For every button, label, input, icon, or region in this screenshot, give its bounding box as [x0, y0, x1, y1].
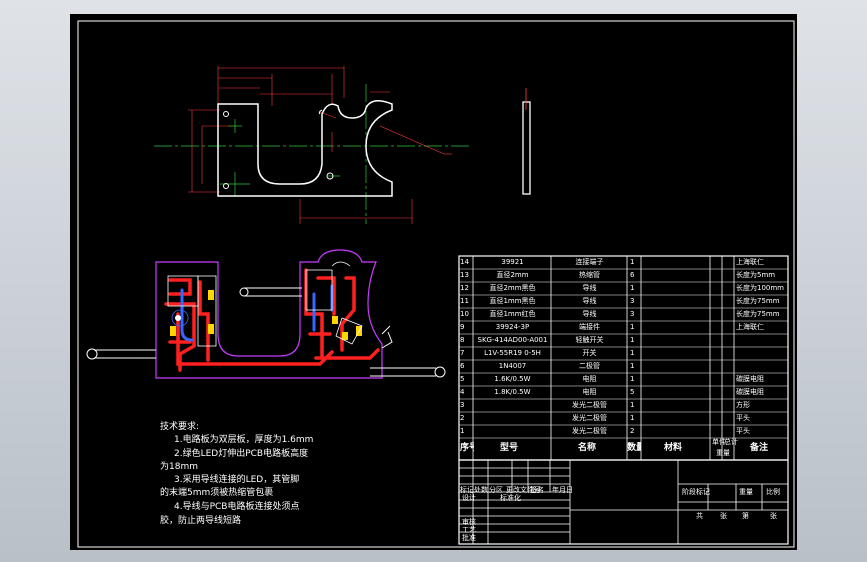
tech-note-line: 4.导线与PCB电路板连接处须点 — [174, 502, 300, 512]
bom-cell-seq: 1 — [460, 427, 465, 435]
bom-cell-seq: 5 — [460, 375, 465, 383]
bom-cell-seq: 8 — [460, 336, 465, 344]
bom-cell-code: 直径1mm红色 — [489, 310, 536, 318]
bom-cell-qty: 3 — [630, 297, 635, 305]
bom-cell-seq: 13 — [460, 271, 469, 279]
bom-cell-code: 直径1mm黑色 — [489, 297, 536, 305]
bom-cell-qty: 1 — [630, 258, 635, 266]
bom-cell-code: 1.8K/0.5W — [494, 388, 531, 396]
tb-label-sign: 签名 — [530, 486, 544, 494]
bom-cell-seq: 3 — [460, 401, 465, 409]
bom-cell-qty: 1 — [630, 284, 635, 292]
bom-cell-name: 导线 — [582, 310, 597, 318]
bom-cell-qty: 1 — [630, 375, 635, 383]
part-outline-view — [154, 66, 531, 224]
bom-cell-remark: 长度为75mm — [736, 297, 780, 305]
bom-cell-seq: 2 — [460, 414, 465, 422]
bom-cell-name: 发光二极管 — [572, 427, 607, 435]
bom-cell-code: SKG-414AD00-A001 — [477, 336, 548, 344]
bom-header-seq: 序号 — [460, 443, 474, 453]
pcb-layout-view — [86, 249, 446, 379]
bom-cell-seq: 14 — [460, 258, 469, 266]
bom-cell-seq: 9 — [460, 323, 465, 331]
bom-header-weight: 重量 — [716, 449, 730, 457]
bom-cell-remark: 方形 — [736, 401, 750, 409]
bom-cell-code: 直径2mm — [496, 271, 529, 279]
bom-header-material: 材料 — [664, 443, 683, 453]
bom-cell-seq: 6 — [460, 362, 465, 370]
bom-cell-remark: 碳膜电阻 — [736, 375, 764, 383]
bom-cell-code: 1N4007 — [498, 362, 527, 370]
tb-label-count: 处数 — [474, 486, 488, 494]
tb-weight: 重量 — [739, 488, 753, 496]
cad-viewport[interactable]: 技术要求: 1.电路板为双层板，厚度为1.6mm 2.绿色LED灯伸出PCB电路… — [0, 0, 867, 562]
bom-cell-qty: 1 — [630, 323, 635, 331]
bom-cell-name: 热缩管 — [579, 271, 600, 279]
bom-cell-seq: 7 — [460, 349, 465, 357]
bom-header-remark: 备注 — [750, 443, 769, 453]
bom-cell-remark: 长度为75mm — [736, 310, 780, 318]
bom-cell-remark: 长度为5mm — [736, 271, 776, 279]
bom-header-code: 型号 — [500, 443, 519, 453]
bom-cell-qty: 1 — [630, 414, 635, 422]
tech-note-line: 1.电路板为双层板，厚度为1.6mm — [174, 435, 314, 445]
bom-cell-seq: 4 — [460, 388, 465, 396]
bom-cell-name: 发光二极管 — [572, 401, 607, 409]
tech-note-line: 的末端5mm须被热缩管包裹 — [160, 488, 274, 498]
tech-note-line: 胶，防止两导线短路 — [160, 516, 242, 526]
bom-cell-name: 导线 — [582, 284, 597, 292]
bom-cell-name: 开关 — [582, 349, 597, 357]
bom-cell-name: 轻触开关 — [575, 336, 604, 344]
bom-cell-code: 直径2mm黑色 — [489, 284, 536, 292]
bom-cell-name: 电阻 — [582, 388, 597, 396]
bom-cell-remark: 上海联仁 — [736, 258, 764, 266]
tech-note-line: 2.绿色LED灯伸出PCB电路板高度 — [174, 449, 309, 459]
bom-cell-qty: 5 — [630, 388, 635, 396]
bom-cell-name: 发光二极管 — [572, 414, 607, 422]
bom-cell-name: 导线 — [582, 297, 597, 305]
bom-cell-qty: 3 — [630, 310, 635, 318]
bom-cell-remark: 上海联仁 — [736, 323, 764, 331]
tech-notes-title: 技术要求: — [160, 422, 200, 432]
bom-cell-qty: 1 — [630, 349, 635, 357]
tb-sheet-total: 共 — [696, 512, 703, 520]
bom-cell-seq: 12 — [460, 284, 469, 292]
bom-cell-name: 电阻 — [582, 375, 597, 383]
tb-scale: 比例 — [766, 488, 780, 496]
tb-sheet-unit: 张 — [720, 512, 727, 520]
bom-header-qty: 数量 — [627, 443, 641, 453]
drawing-sheet: 技术要求: 1.电路板为双层板，厚度为1.6mm 2.绿色LED灯伸出PCB电路… — [70, 14, 797, 550]
bom-cell-code: 39921 — [501, 258, 524, 266]
bom-cell-code: L1V-55R19 0-5H — [484, 349, 541, 357]
tb-standardization: 标准化 — [500, 494, 521, 502]
part-side-view — [522, 101, 531, 195]
tb-stage-mark: 阶段标记 — [682, 488, 710, 496]
bom-cell-qty: 2 — [630, 427, 635, 435]
tb-sheet-no: 第 — [742, 512, 749, 520]
bom-cell-name: 连接端子 — [575, 258, 604, 266]
bom-cell-code: 1.6K/0.5W — [494, 375, 531, 383]
bom-cell-remark: 长度为100mm — [736, 284, 784, 292]
bom-cell-name: 二极管 — [579, 362, 600, 370]
bom-cell-code: 39924-3P — [495, 323, 530, 331]
tech-note-line: 为18mm — [160, 462, 198, 472]
tb-role-design: 设计 — [462, 494, 476, 502]
bom-cell-seq: 10 — [460, 310, 469, 318]
bom-cell-qty: 1 — [630, 401, 635, 409]
bom-cell-remark: 碳膜电阻 — [736, 388, 764, 396]
bom-cell-name: 端接件 — [579, 323, 600, 331]
tech-note-line: 3.采用导线连接的LED，其管脚 — [174, 475, 300, 485]
bom-cell-qty: 1 — [630, 362, 635, 370]
tb-sheet-unit2: 张 — [770, 512, 777, 520]
tb-label-date: 年月日 — [552, 486, 573, 494]
bom-header-name: 名称 — [578, 443, 597, 453]
bom-cell-remark: 平头 — [736, 427, 750, 435]
bom-cell-remark: 平头 — [736, 414, 750, 422]
bom-cell-seq: 11 — [460, 297, 469, 305]
bom-cell-qty: 1 — [630, 336, 635, 344]
tb-role-approve: 批准 — [462, 534, 476, 542]
bom-cell-qty: 6 — [630, 271, 635, 279]
